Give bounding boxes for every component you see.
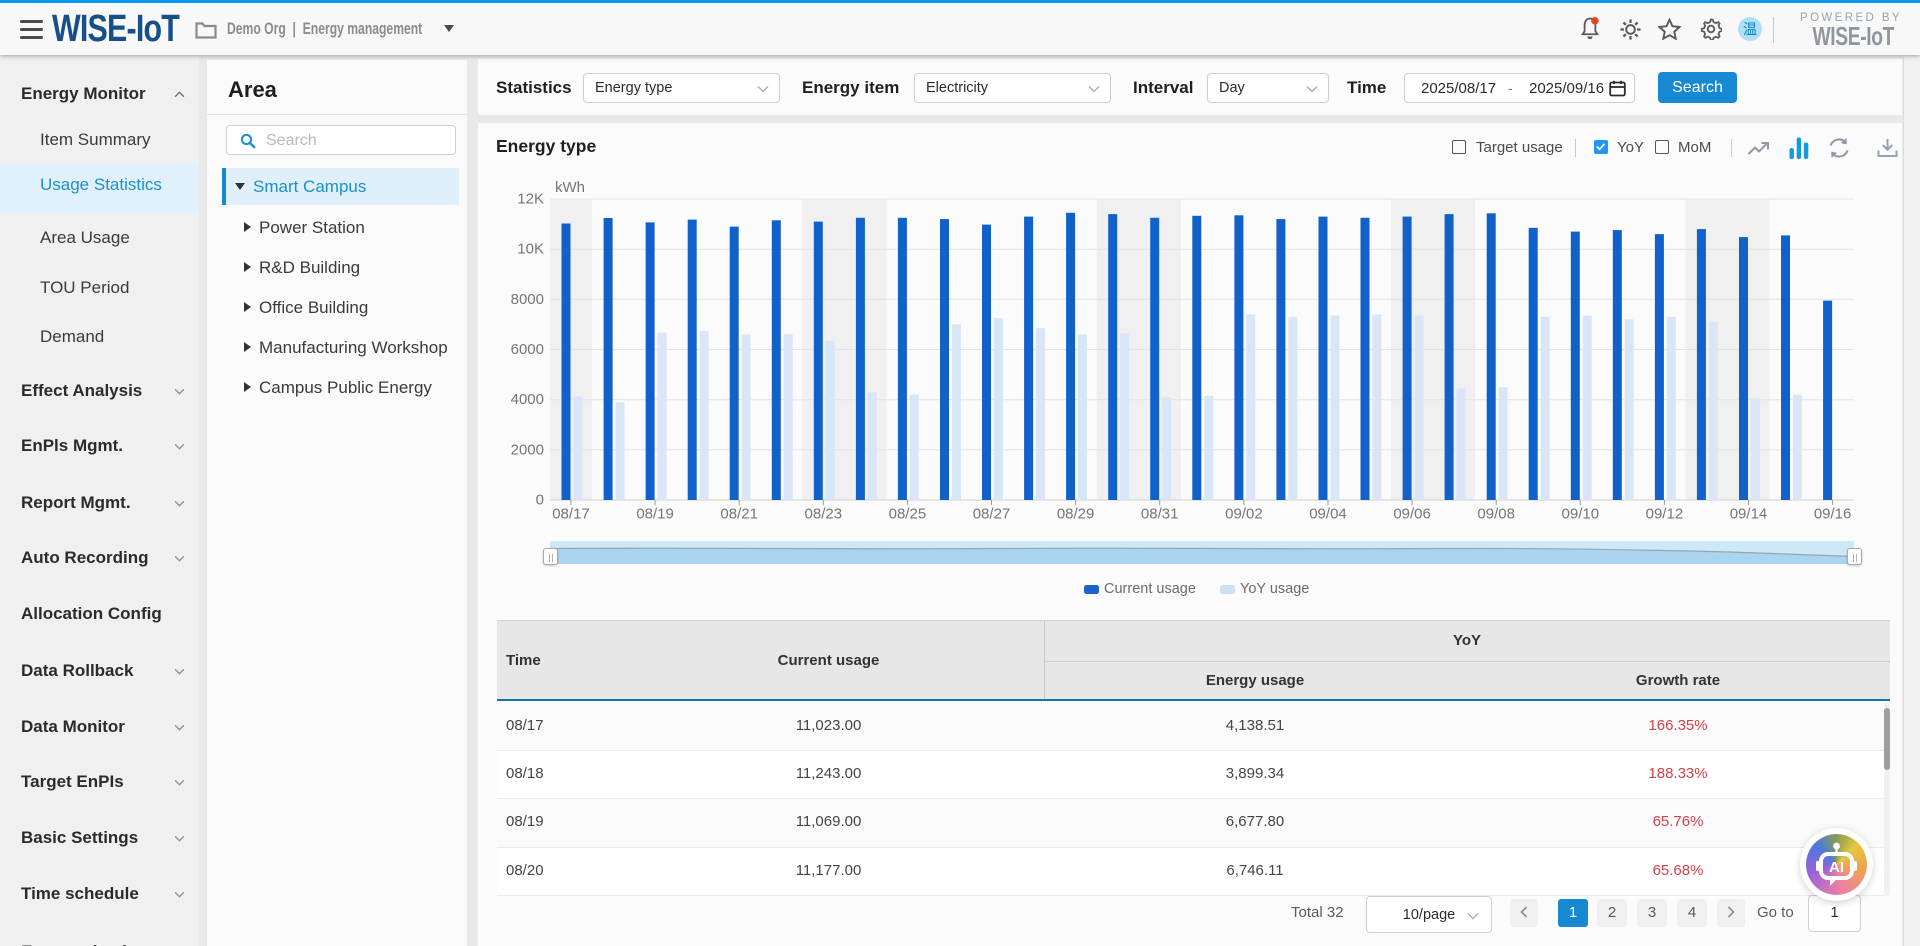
- svg-text:2000: 2000: [511, 441, 544, 458]
- svg-text:09/16: 09/16: [1814, 506, 1852, 523]
- svg-text:kWh: kWh: [555, 179, 585, 196]
- svg-text:08/31: 08/31: [1141, 506, 1179, 523]
- svg-text:6000: 6000: [511, 341, 544, 358]
- svg-text:09/10: 09/10: [1562, 506, 1600, 523]
- svg-text:12K: 12K: [517, 191, 544, 208]
- svg-text:09/14: 09/14: [1730, 506, 1768, 523]
- svg-text:09/02: 09/02: [1225, 506, 1263, 523]
- svg-text:4000: 4000: [511, 391, 544, 408]
- svg-text:08/27: 08/27: [973, 506, 1011, 523]
- svg-text:08/23: 08/23: [805, 506, 843, 523]
- svg-text:0: 0: [536, 492, 544, 509]
- svg-text:08/17: 08/17: [552, 506, 590, 523]
- svg-text:09/12: 09/12: [1646, 506, 1684, 523]
- svg-text:09/06: 09/06: [1393, 506, 1431, 523]
- svg-text:08/21: 08/21: [720, 506, 758, 523]
- svg-text:08/29: 08/29: [1057, 506, 1095, 523]
- svg-text:8000: 8000: [511, 291, 544, 308]
- svg-text:08/25: 08/25: [889, 506, 927, 523]
- svg-text:08/19: 08/19: [636, 506, 674, 523]
- svg-text:10K: 10K: [517, 241, 544, 258]
- svg-text:09/04: 09/04: [1309, 506, 1347, 523]
- svg-text:09/08: 09/08: [1477, 506, 1515, 523]
- svg-text:AI: AI: [1829, 859, 1844, 876]
